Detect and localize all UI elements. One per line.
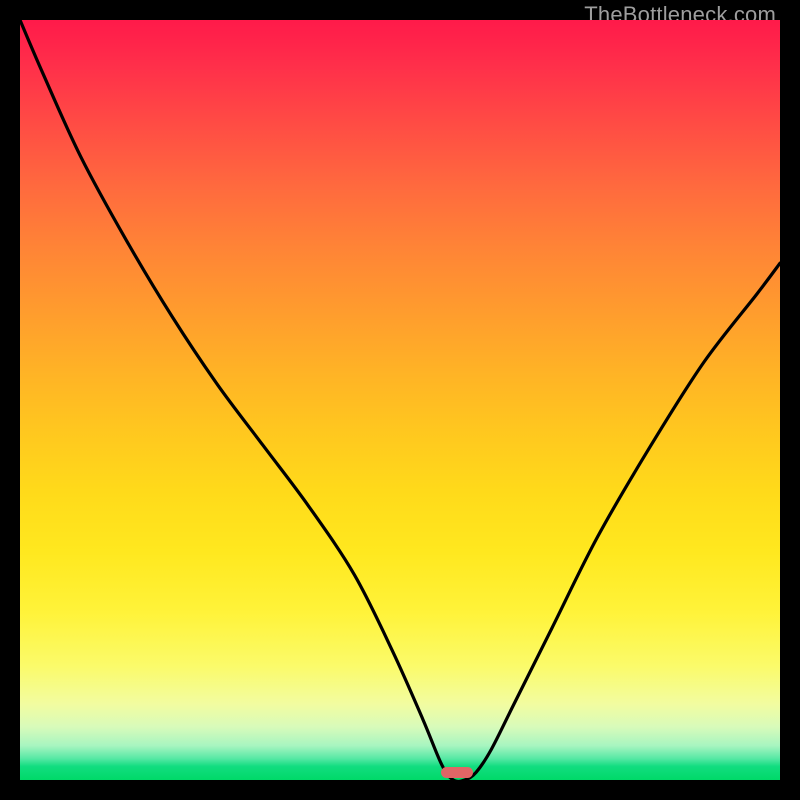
- plot-area: [20, 20, 780, 780]
- optimal-marker: [441, 767, 473, 778]
- chart-frame: TheBottleneck.com: [0, 0, 800, 800]
- bottleneck-curve: [20, 20, 780, 780]
